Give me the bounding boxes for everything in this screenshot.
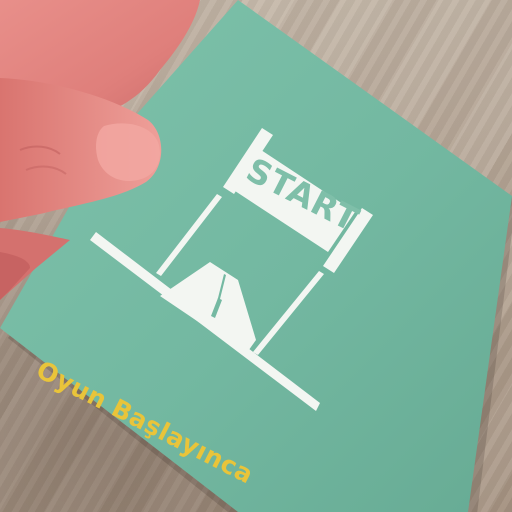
photo-scene: START Oyun Başlayınca xyxy=(0,0,512,512)
hand xyxy=(0,0,200,300)
